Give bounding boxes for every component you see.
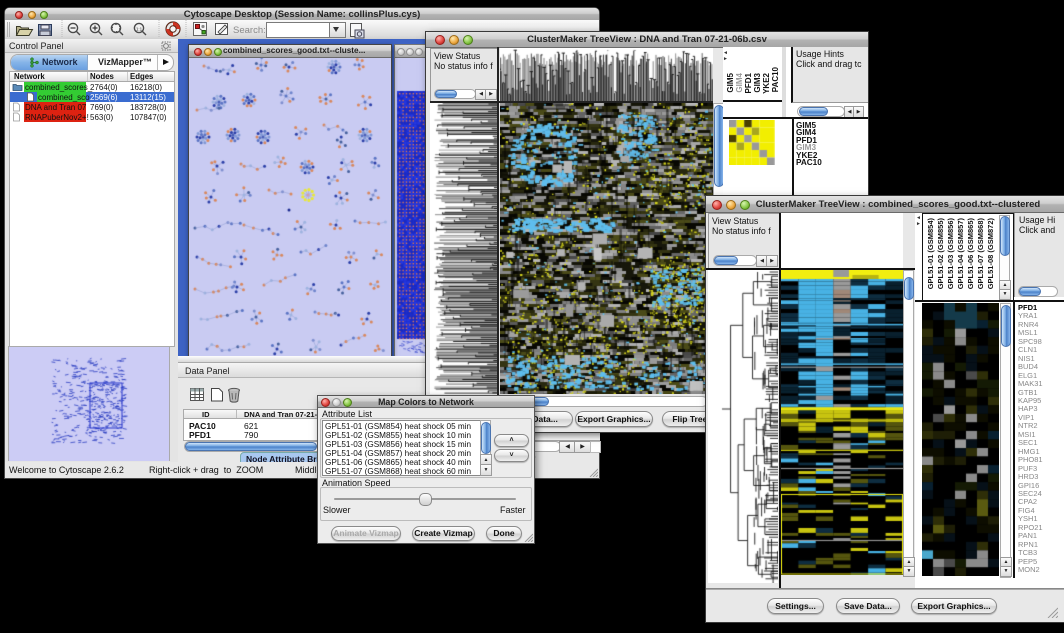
svg-text:1:1: 1:1 [136,27,143,32]
